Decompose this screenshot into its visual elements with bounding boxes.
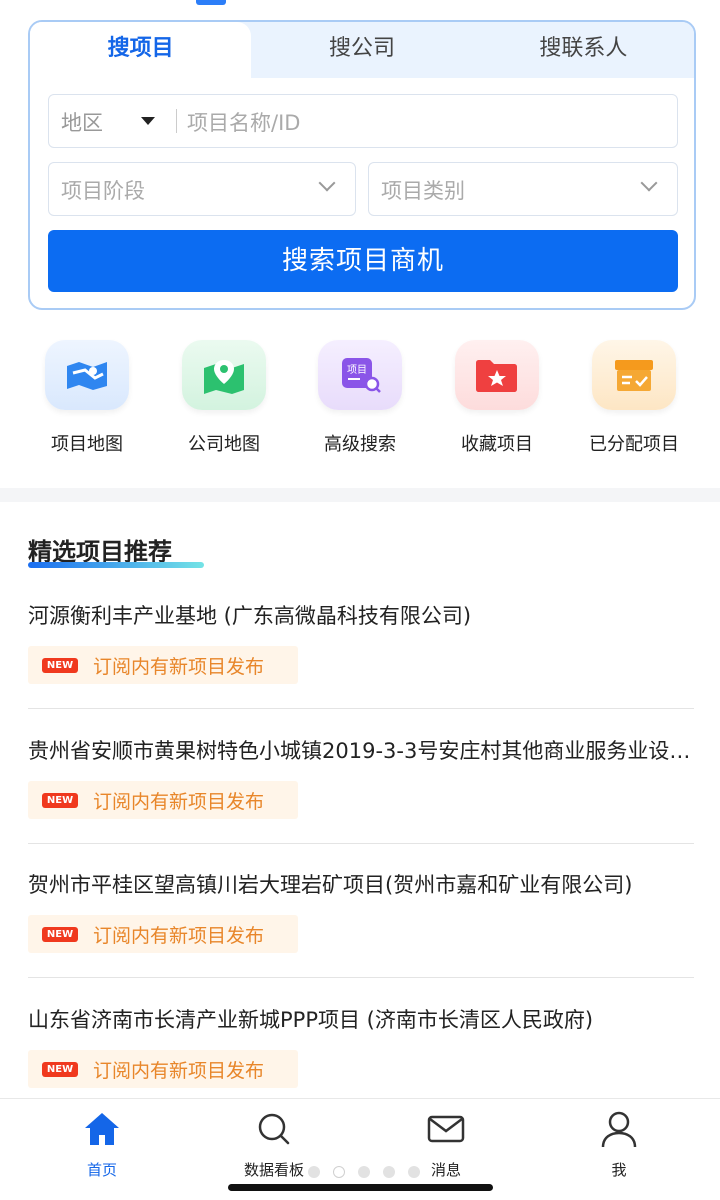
- quick-actions: 项目地图 公司地图 项目 高级搜索 收藏项目 已分配项目: [0, 340, 720, 470]
- tab-search-companies[interactable]: 搜公司: [251, 22, 472, 78]
- new-badge: NEW: [42, 658, 78, 673]
- quick-action-label: 项目地图: [51, 434, 123, 455]
- project-type-placeholder: 项目类别: [381, 179, 465, 203]
- project-type-select[interactable]: 项目类别: [368, 162, 678, 216]
- project-stage-select[interactable]: 项目阶段: [48, 162, 356, 216]
- page-dot: [383, 1166, 395, 1178]
- home-icon: [85, 1113, 119, 1145]
- home-indicator: [228, 1184, 493, 1191]
- chevron-down-icon: [318, 174, 336, 192]
- quick-action-label: 收藏项目: [461, 434, 533, 455]
- nav-home[interactable]: 首页: [42, 1107, 162, 1180]
- project-name-input[interactable]: 项目名称/ID: [187, 107, 300, 137]
- list-item[interactable]: 河源衡利丰产业基地 (广东高微晶科技有限公司) NEW 订阅内有新项目发布: [28, 600, 694, 709]
- quick-action-favorites[interactable]: 收藏项目: [432, 340, 562, 456]
- new-badge: NEW: [42, 1062, 78, 1077]
- new-badge: NEW: [42, 927, 78, 942]
- nav-label: 我: [611, 1161, 627, 1179]
- list-item[interactable]: 贵州省安顺市黄果树特色小城镇2019-3-3号安庄村其他商业服务业设施用地项目 …: [28, 735, 694, 844]
- page-dot: [358, 1166, 370, 1178]
- location-map-icon: [182, 340, 266, 410]
- search-tabs: 搜项目 搜公司 搜联系人: [30, 22, 694, 78]
- quick-action-label: 已分配项目: [589, 434, 679, 455]
- page-dot: [408, 1166, 420, 1178]
- search-card: 搜项目 搜公司 搜联系人 地区 项目名称/ID 项目阶段 项目类别 搜索项目商机: [28, 20, 696, 310]
- page-dots: [308, 1166, 420, 1178]
- favorite-folder-icon: [455, 340, 539, 410]
- quick-action-company-map[interactable]: 公司地图: [159, 340, 289, 456]
- item-divider: [28, 977, 694, 978]
- page-dot: [308, 1166, 320, 1178]
- quick-action-advanced-search[interactable]: 项目 高级搜索: [295, 340, 425, 456]
- search-button[interactable]: 搜索项目商机: [48, 230, 678, 292]
- list-item[interactable]: 贺州市平桂区望高镇川岩大理岩矿项目(贺州市嘉和矿业有限公司) NEW 订阅内有新…: [28, 869, 694, 978]
- tag-text: 订阅内有新项目发布: [93, 791, 265, 813]
- mail-icon: [427, 1115, 465, 1143]
- new-badge: NEW: [42, 793, 78, 808]
- project-title: 山东省济南市长清产业新城PPP项目 (济南市长清区人民政府): [28, 1008, 594, 1032]
- page-dot: [333, 1166, 345, 1178]
- subscription-tag: NEW 订阅内有新项目发布: [28, 781, 298, 819]
- search-icon: [258, 1113, 290, 1145]
- project-stage-placeholder: 项目阶段: [61, 179, 145, 203]
- region-name-field: 地区 项目名称/ID: [48, 94, 678, 148]
- project-title: 贺州市平桂区望高镇川岩大理岩矿项目(贺州市嘉和矿业有限公司): [28, 873, 633, 897]
- section-divider: [0, 488, 720, 502]
- tag-text: 订阅内有新项目发布: [93, 656, 265, 678]
- user-icon: [601, 1111, 637, 1148]
- subscription-tag: NEW 订阅内有新项目发布: [28, 1050, 298, 1088]
- item-divider: [28, 843, 694, 844]
- map-icon: [45, 340, 129, 410]
- field-divider: [176, 109, 177, 133]
- quick-action-label: 公司地图: [188, 434, 260, 455]
- nav-label: 首页: [86, 1161, 117, 1179]
- item-divider: [28, 708, 694, 709]
- list-item[interactable]: 山东省济南市长清产业新城PPP项目 (济南市长清区人民政府) NEW 订阅内有新…: [28, 1004, 694, 1088]
- tab-search-projects[interactable]: 搜项目: [30, 22, 252, 78]
- subscription-tag: NEW 订阅内有新项目发布: [28, 646, 298, 684]
- tab-search-contacts[interactable]: 搜联系人: [473, 22, 694, 78]
- project-title: 河源衡利丰产业基地 (广东高微晶科技有限公司): [28, 604, 472, 628]
- scroll-indicator: [196, 0, 226, 5]
- advanced-search-icon: 项目: [318, 340, 402, 410]
- nav-me[interactable]: 我: [559, 1107, 679, 1180]
- project-title: 贵州省安顺市黄果树特色小城镇2019-3-3号安庄村其他商业服务业设施用地项目: [28, 739, 694, 763]
- assigned-box-icon: [592, 340, 676, 410]
- caret-down-icon[interactable]: [141, 117, 155, 125]
- tag-text: 订阅内有新项目发布: [93, 925, 265, 947]
- quick-action-label: 高级搜索: [324, 434, 396, 455]
- region-select[interactable]: 地区: [61, 107, 103, 137]
- home-page: 搜项目 搜公司 搜联系人 地区 项目名称/ID 项目阶段 项目类别 搜索项目商机…: [0, 0, 720, 1200]
- tag-text: 订阅内有新项目发布: [93, 1060, 265, 1082]
- svg-text:项目: 项目: [347, 364, 367, 376]
- subscription-tag: NEW 订阅内有新项目发布: [28, 915, 298, 953]
- title-underline: [28, 562, 204, 568]
- quick-action-project-map[interactable]: 项目地图: [22, 340, 152, 456]
- quick-action-assigned[interactable]: 已分配项目: [569, 340, 699, 456]
- chevron-down-icon: [640, 174, 658, 192]
